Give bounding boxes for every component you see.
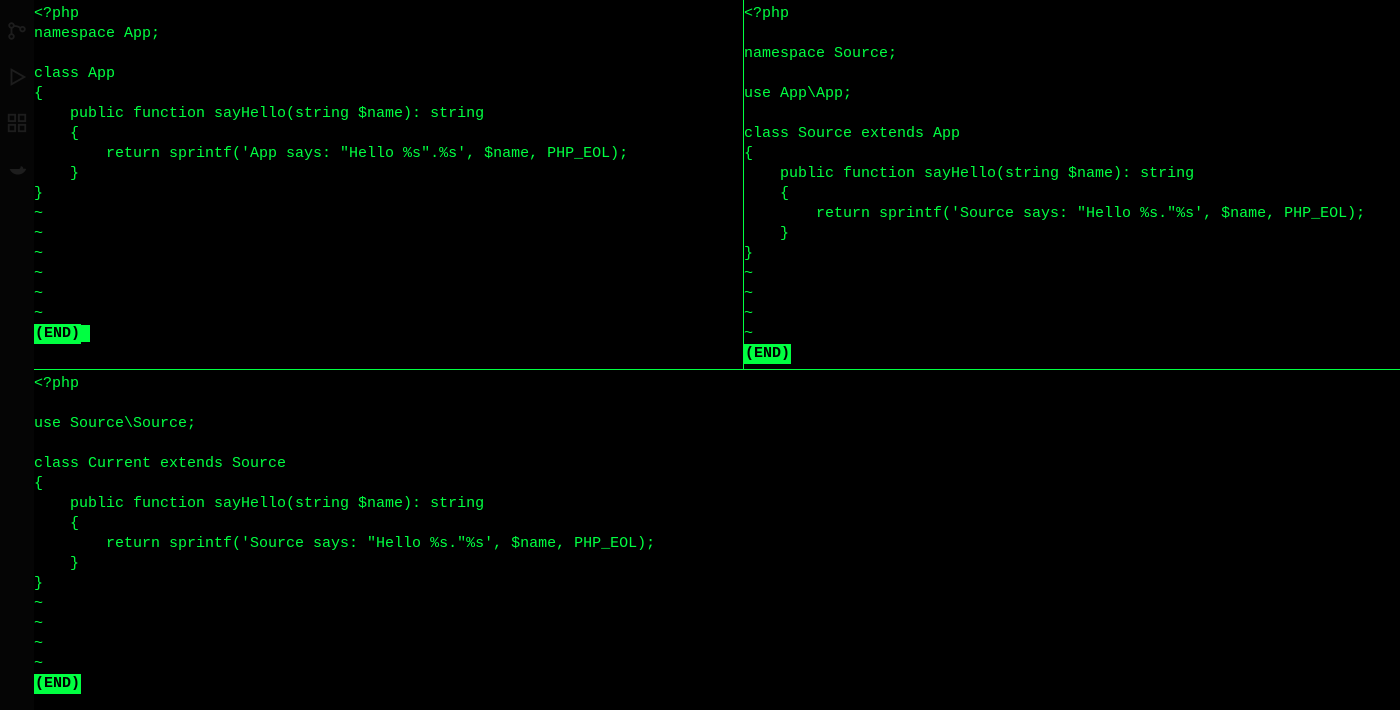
end-marker: (END)	[744, 344, 791, 364]
code-line: {	[34, 125, 79, 142]
code-line: }	[744, 225, 789, 242]
tilde-line: ~	[34, 305, 43, 322]
pane-bottom[interactable]: <?php use Source\Source; class Current e…	[34, 370, 1400, 710]
code-line: }	[34, 575, 43, 592]
tilde-line: ~	[34, 655, 43, 672]
code-line: class Current extends Source	[34, 455, 286, 472]
tilde-line: ~	[744, 265, 753, 282]
code-line: namespace Source;	[744, 45, 897, 62]
code-line: <?php	[744, 5, 789, 22]
code-line: <?php	[34, 375, 79, 392]
end-marker: (END)	[34, 324, 81, 344]
tilde-line: ~	[744, 305, 753, 322]
code-line: use App\App;	[744, 85, 852, 102]
tilde-line: ~	[34, 225, 43, 242]
code-block[interactable]: <?php namespace Source; use App\App; cla…	[744, 0, 1400, 364]
tilde-line: ~	[34, 615, 43, 632]
code-line: {	[744, 185, 789, 202]
code-line: {	[744, 145, 753, 162]
tilde-line: ~	[34, 635, 43, 652]
pane-top-right[interactable]: <?php namespace Source; use App\App; cla…	[744, 0, 1400, 370]
extensions-icon[interactable]	[6, 112, 28, 134]
tilde-line: ~	[744, 325, 753, 342]
top-split-row: <?php namespace App; class App { public …	[34, 0, 1400, 370]
code-line: {	[34, 475, 43, 492]
tilde-line: ~	[34, 205, 43, 222]
tilde-line: ~	[34, 245, 43, 262]
code-line: {	[34, 515, 79, 532]
code-line: use Source\Source;	[34, 415, 196, 432]
editor-area: <?php namespace App; class App { public …	[34, 0, 1400, 710]
code-line: namespace App;	[34, 25, 160, 42]
tilde-line: ~	[34, 285, 43, 302]
debug-icon[interactable]	[6, 66, 28, 88]
code-line: {	[34, 85, 43, 102]
code-line: class Source extends App	[744, 125, 960, 142]
code-block[interactable]: <?php namespace App; class App { public …	[34, 0, 743, 344]
code-line: return sprintf('App says: "Hello %s".%s'…	[34, 145, 628, 162]
branch-icon[interactable]	[6, 20, 28, 42]
code-line: <?php	[34, 5, 79, 22]
end-marker: (END)	[34, 674, 81, 694]
tilde-line: ~	[34, 595, 43, 612]
tilde-line: ~	[744, 285, 753, 302]
code-line: public function sayHello(string $name): …	[744, 165, 1194, 182]
code-line: }	[34, 555, 79, 572]
code-line: }	[34, 185, 43, 202]
code-line: }	[744, 245, 753, 262]
cursor	[81, 325, 90, 342]
code-line: class App	[34, 65, 115, 82]
code-line: public function sayHello(string $name): …	[34, 105, 484, 122]
activity-bar	[0, 0, 34, 710]
docker-icon[interactable]	[6, 158, 28, 180]
code-line: return sprintf('Source says: "Hello %s."…	[744, 205, 1365, 222]
code-line: }	[34, 165, 79, 182]
code-line: return sprintf('Source says: "Hello %s."…	[34, 535, 655, 552]
pane-top-left[interactable]: <?php namespace App; class App { public …	[34, 0, 744, 370]
code-line: public function sayHello(string $name): …	[34, 495, 484, 512]
code-block[interactable]: <?php use Source\Source; class Current e…	[34, 370, 1400, 694]
tilde-line: ~	[34, 265, 43, 282]
